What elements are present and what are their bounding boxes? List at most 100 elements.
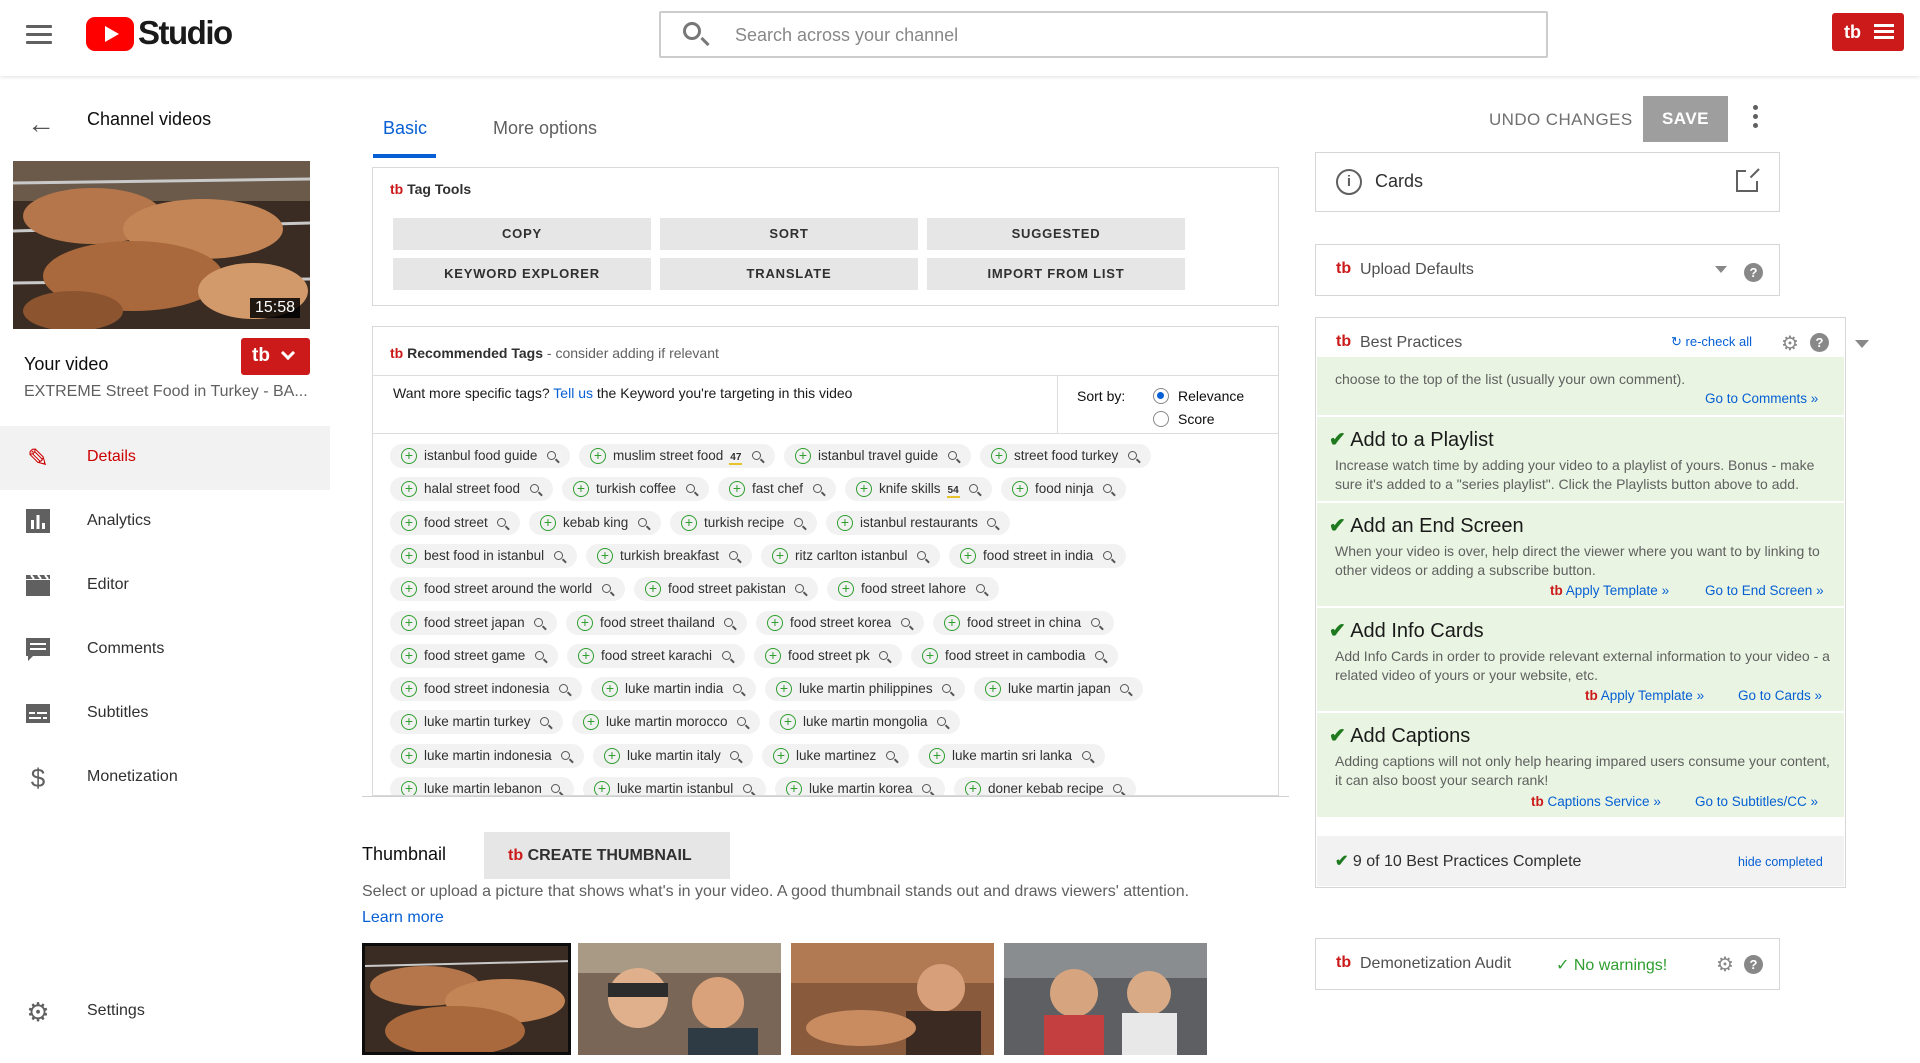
recommended-tag[interactable]: + luke martin india xyxy=(591,677,756,701)
add-tag-icon[interactable]: + xyxy=(965,781,981,795)
search-icon[interactable] xyxy=(1103,551,1112,560)
recommended-tag[interactable]: + luke martin sri lanka xyxy=(918,744,1105,768)
add-tag-icon[interactable]: + xyxy=(597,548,613,564)
search-icon[interactable] xyxy=(976,584,985,593)
search-icon[interactable] xyxy=(530,484,539,493)
recommended-tag[interactable]: + luke martin italy xyxy=(593,744,753,768)
add-tag-icon[interactable]: + xyxy=(837,515,853,531)
save-button[interactable]: SAVE xyxy=(1643,96,1728,142)
add-tag-icon[interactable]: + xyxy=(583,714,599,730)
add-tag-icon[interactable]: + xyxy=(765,648,781,664)
recommended-tag[interactable]: + food street lahore xyxy=(827,577,999,601)
recommended-tag[interactable]: + ritz carlton istanbul xyxy=(761,544,940,568)
search-icon[interactable] xyxy=(540,717,549,726)
search-icon[interactable] xyxy=(987,518,996,527)
search-icon[interactable] xyxy=(794,518,803,527)
search-icon[interactable] xyxy=(559,684,568,693)
search-icon[interactable] xyxy=(686,484,695,493)
add-tag-icon[interactable]: + xyxy=(856,481,872,497)
add-tag-icon[interactable]: + xyxy=(773,748,789,764)
search-icon[interactable] xyxy=(534,618,543,627)
sidebar-item-settings[interactable]: ⚙ Settings xyxy=(0,980,330,1044)
tubebuddy-menu-button[interactable]: tb xyxy=(1832,13,1904,51)
search-icon[interactable] xyxy=(1095,651,1104,660)
more-vert-icon[interactable] xyxy=(1753,105,1759,132)
thumbnail-option-3[interactable] xyxy=(791,943,994,1055)
apply-template-link[interactable]: tb Apply Template » xyxy=(1585,688,1704,703)
search-icon[interactable] xyxy=(917,551,926,560)
recommended-tag[interactable]: + luke martin istanbul xyxy=(583,777,766,795)
help-icon[interactable]: ? xyxy=(1744,955,1763,974)
go-to-comments-link[interactable]: Go to Comments » xyxy=(1705,391,1818,406)
search-icon[interactable] xyxy=(535,651,544,660)
add-tag-icon[interactable]: + xyxy=(786,781,802,795)
search-icon[interactable] xyxy=(879,651,888,660)
upload-defaults-panel[interactable]: tb Upload Defaults ? xyxy=(1315,244,1780,296)
add-tag-icon[interactable]: + xyxy=(594,781,610,795)
add-tag-icon[interactable]: + xyxy=(401,448,417,464)
recommended-tag[interactable]: + luke martinez xyxy=(762,744,909,768)
add-tag-icon[interactable]: + xyxy=(540,515,556,531)
add-tag-icon[interactable]: + xyxy=(401,714,417,730)
search-input[interactable]: Search across your channel xyxy=(735,25,958,46)
go-to-cards-link[interactable]: Go to Cards » xyxy=(1738,688,1822,703)
recheck-all-link[interactable]: ↻ re-check all xyxy=(1671,334,1752,350)
search-icon[interactable] xyxy=(722,651,731,660)
thumbnail-option-4[interactable] xyxy=(1004,943,1207,1055)
add-tag-icon[interactable]: + xyxy=(929,748,945,764)
add-tag-icon[interactable]: + xyxy=(776,681,792,697)
sort-score-radio[interactable] xyxy=(1153,411,1169,427)
add-tag-icon[interactable]: + xyxy=(1012,481,1028,497)
recommended-tag[interactable]: + luke martin lebanon xyxy=(390,777,574,795)
search-icon[interactable] xyxy=(743,784,752,793)
recommended-tag[interactable]: + muslim street food 47 xyxy=(579,444,775,468)
search-icon[interactable] xyxy=(724,618,733,627)
search-icon[interactable] xyxy=(737,717,746,726)
search-icon[interactable] xyxy=(752,451,761,460)
recommended-tag[interactable]: + istanbul restaurants xyxy=(826,511,1010,535)
go-to-end-screen-link[interactable]: Go to End Screen » xyxy=(1705,583,1824,598)
search-icon[interactable] xyxy=(551,784,560,793)
recommended-tag[interactable]: + food street around the world xyxy=(390,577,625,601)
add-tag-icon[interactable]: + xyxy=(578,648,594,664)
recommended-tag[interactable]: + turkish recipe xyxy=(670,511,817,535)
thumbnail-option-selected[interactable] xyxy=(362,943,571,1055)
translate-button[interactable]: TRANSLATE xyxy=(660,258,918,290)
sidebar-item-analytics[interactable]: Analytics xyxy=(0,490,330,554)
search-icon[interactable] xyxy=(1120,684,1129,693)
search-icon[interactable] xyxy=(1103,484,1112,493)
recommended-tag[interactable]: + istanbul food guide xyxy=(390,444,570,468)
recommended-tag[interactable]: + luke martin japan xyxy=(974,677,1143,701)
add-tag-icon[interactable]: + xyxy=(401,681,417,697)
recommended-tag[interactable]: + luke martin morocco xyxy=(572,710,760,734)
search-icon[interactable] xyxy=(1091,618,1100,627)
suggested-button[interactable]: SUGGESTED xyxy=(927,218,1185,250)
search-icon[interactable] xyxy=(937,717,946,726)
recommended-tag[interactable]: + kebab king xyxy=(529,511,661,535)
copy-button[interactable]: COPY xyxy=(393,218,651,250)
recommended-tag[interactable]: + halal street food xyxy=(390,477,553,501)
add-tag-icon[interactable]: + xyxy=(401,648,417,664)
recommended-tag[interactable]: + food ninja xyxy=(1001,477,1126,501)
recommended-tag[interactable]: + food street indonesia xyxy=(390,677,582,701)
add-tag-icon[interactable]: + xyxy=(401,781,417,795)
recommended-tag[interactable]: + istanbul travel guide xyxy=(784,444,971,468)
recommended-tag[interactable]: + knife skills 54 xyxy=(845,477,992,501)
recommended-tag[interactable]: + best food in istanbul xyxy=(390,544,577,568)
open-external-icon[interactable] xyxy=(1736,167,1760,192)
search-icon[interactable] xyxy=(733,684,742,693)
add-tag-icon[interactable]: + xyxy=(401,748,417,764)
recommended-tag[interactable]: + luke martin turkey xyxy=(390,710,563,734)
add-tag-icon[interactable]: + xyxy=(577,615,593,631)
recommended-tag[interactable]: + food street japan xyxy=(390,611,557,635)
collapse-caret-icon[interactable] xyxy=(1855,340,1869,348)
add-tag-icon[interactable]: + xyxy=(991,448,1007,464)
recommended-tag[interactable]: + food street karachi xyxy=(567,644,745,668)
tab-more-options[interactable]: More options xyxy=(493,118,597,139)
recommended-tag[interactable]: + food street game xyxy=(390,644,558,668)
recommended-tag[interactable]: + luke martin indonesia xyxy=(390,744,584,768)
import-from-list-button[interactable]: IMPORT FROM LIST xyxy=(927,258,1185,290)
add-tag-icon[interactable]: + xyxy=(838,581,854,597)
add-tag-icon[interactable]: + xyxy=(401,548,417,564)
search-icon[interactable] xyxy=(922,784,931,793)
